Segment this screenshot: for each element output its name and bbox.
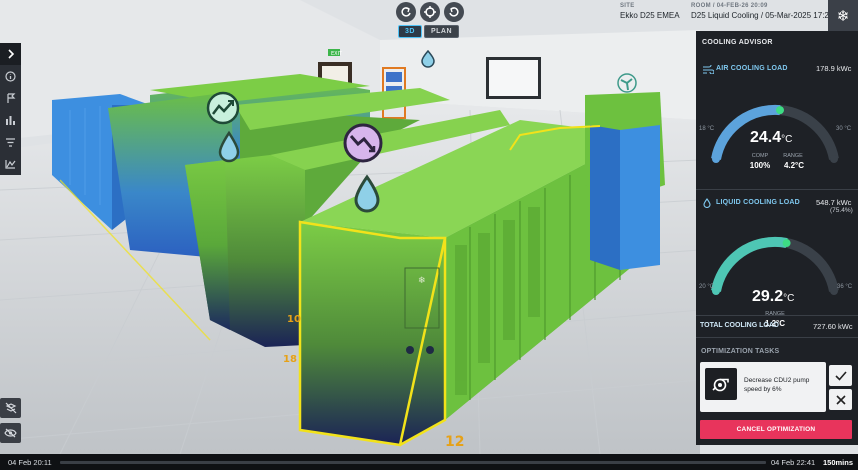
liquid-cooling-load: 548.7 kWc [816, 198, 852, 207]
info-icon [5, 70, 16, 82]
liquid-drop-icon [703, 198, 711, 208]
air-gauge-max: 30 °C [836, 126, 852, 132]
air-gauge-min: 18 °C [699, 126, 715, 132]
visibility-toggle-button[interactable] [0, 423, 21, 443]
svg-text:❄: ❄ [418, 276, 426, 286]
accept-task-button[interactable] [829, 365, 852, 386]
air-range-value: 4.2°C [783, 161, 805, 170]
filter-icon [6, 137, 15, 147]
liquid-gauge-min: 20 °C [699, 284, 715, 290]
whiteboard [489, 60, 538, 96]
rotate-left-button[interactable] [396, 2, 416, 22]
air-temp-value: 24.4 [750, 129, 782, 146]
left-toolbar [0, 43, 21, 175]
task-description: Decrease CDU2 pump speed by 6% [744, 377, 810, 393]
flag-button[interactable] [0, 87, 21, 109]
left-bottom-buttons [0, 398, 22, 448]
liquid-temperature: 29.2°C [752, 288, 794, 306]
view-3d-button[interactable]: 3D [398, 25, 422, 38]
cooling-advisor-toggle-button[interactable]: ❄ [828, 0, 858, 31]
divider [696, 315, 858, 316]
liquid-temp-value: 29.2 [752, 288, 784, 305]
cooling-advisor-panel: COOLING ADVISOR AIR COOLING LOAD 178.9 k… [696, 31, 858, 445]
flag-icon [6, 92, 15, 103]
trend-down-marker-icon[interactable] [343, 123, 383, 163]
room-value: D25 Liquid Cooling / 05-Mar-2025 17:22 [691, 11, 834, 20]
liquid-temp-unit: °C [783, 293, 795, 304]
rotate-right-icon [449, 7, 459, 17]
bar-chart-button[interactable] [0, 109, 21, 131]
liquid-range-label: RANGE [765, 311, 785, 317]
snowflake-icon: ❄ [836, 7, 850, 25]
comp-value: 100% [749, 161, 771, 170]
divider [696, 337, 858, 338]
air-gauge: 18 °C 30 °C 24.4°C COMP RANGE 100% 4.2°C [696, 76, 858, 196]
liquid-gauge: 20 °C 36 °C 29.2°C RANGE 1.2°C [696, 211, 858, 331]
reject-task-button[interactable] [829, 389, 852, 410]
cancel-optimization-button[interactable]: CANCEL OPTIMIZATION [700, 420, 852, 439]
expand-sidebar-button[interactable] [0, 43, 21, 65]
liquid-cooling-label: LIQUID COOLING LOAD [716, 199, 800, 206]
eye-off-icon [4, 428, 17, 438]
total-cooling-value: 727.60 kWc [813, 322, 853, 331]
rotate-right-button[interactable] [444, 2, 464, 22]
site-info[interactable]: SITE Ekko D25 EMEA [620, 3, 690, 29]
site-value: Ekko D25 EMEA [620, 11, 680, 20]
rotate-left-icon [401, 7, 411, 17]
crosshair-icon [424, 6, 436, 18]
close-icon [835, 394, 846, 405]
chevron-right-icon [7, 49, 14, 59]
floor-label: 18 [283, 354, 297, 365]
pump-icon [705, 368, 737, 400]
total-cooling-label: TOTAL COOLING LOAD [700, 322, 779, 329]
site-label: SITE [620, 3, 635, 9]
bar-chart-icon [6, 116, 15, 125]
timeline-end: 04 Feb 22:41 [771, 458, 816, 467]
timeline-start: 04 Feb 20:11 [8, 458, 52, 467]
air-temperature: 24.4°C [750, 129, 792, 147]
layers-off-icon [5, 402, 16, 414]
floor-label: 12 [445, 434, 464, 450]
air-cooling-load: 178.9 kWc [816, 64, 852, 73]
panel-title: COOLING ADVISOR [702, 39, 773, 46]
trend-up-marker-icon[interactable] [206, 91, 240, 125]
filter-button[interactable] [0, 131, 21, 153]
air-range-label: RANGE [783, 153, 803, 159]
divider [696, 189, 858, 190]
floor-label: 10 [287, 314, 301, 325]
view-plan-button[interactable]: PLAN [423, 25, 460, 38]
air-cooling-label: AIR COOLING LOAD [716, 65, 788, 72]
timeline-duration: 150mins [823, 458, 854, 467]
layers-toggle-button[interactable] [0, 398, 21, 418]
optimization-tasks-title: OPTIMIZATION TASKS [701, 348, 780, 355]
air-fan-icon [703, 65, 714, 74]
exit-sign-label: EXIT [331, 51, 343, 57]
comp-label: COMP [751, 153, 769, 159]
optimization-task-card[interactable]: Decrease CDU2 pump speed by 6% [700, 362, 826, 412]
timeline-scrubber[interactable] [60, 461, 766, 464]
view-mode-toggle: 3D PLAN [398, 25, 460, 38]
recenter-button[interactable] [420, 2, 440, 22]
info-button[interactable] [0, 65, 21, 87]
room-label: ROOM / 04-FEB-26 20:09 [691, 3, 768, 9]
line-chart-icon [5, 160, 16, 169]
timeline-bar: 04 Feb 20:11 04 Feb 22:41 150mins [0, 454, 858, 470]
line-chart-button[interactable] [0, 153, 21, 175]
liquid-gauge-max: 36 °C [837, 284, 853, 290]
air-temp-unit: °C [781, 134, 793, 145]
room-info[interactable]: ROOM / 04-FEB-26 20:09 D25 Liquid Coolin… [691, 3, 834, 29]
check-icon [834, 370, 847, 381]
